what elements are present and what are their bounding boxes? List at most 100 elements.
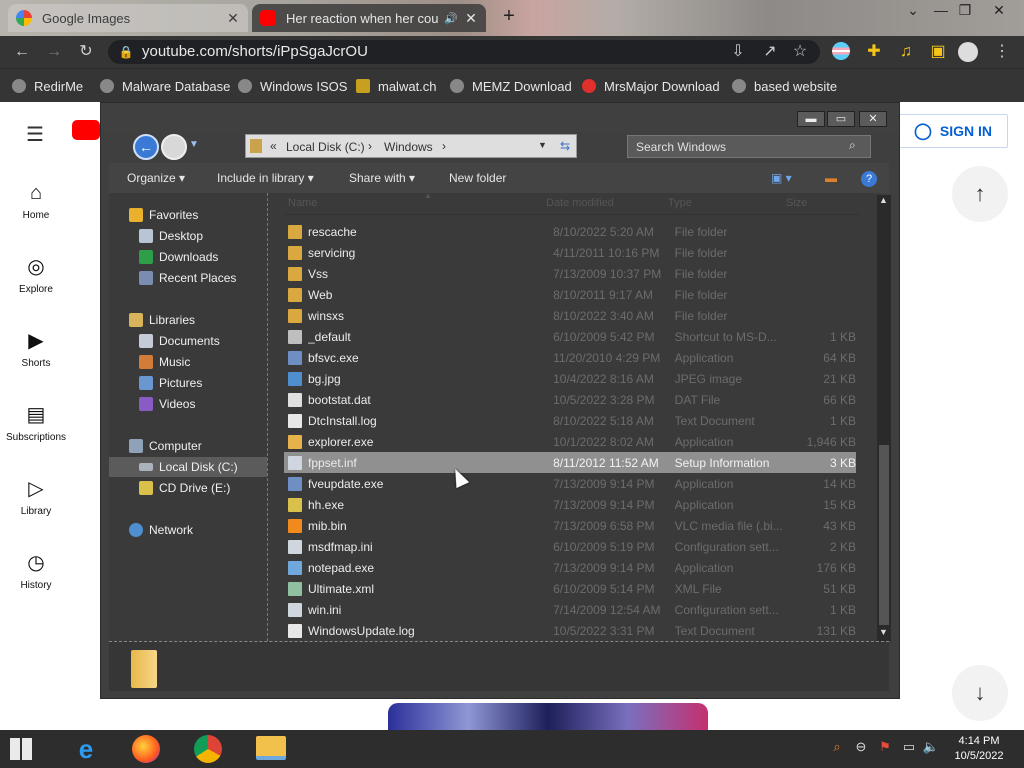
file-row[interactable]: Web 8/10/2011 9:17 AM File folder — [284, 284, 856, 305]
close-button[interactable]: ✕ — [859, 111, 887, 127]
search-icon[interactable]: ⌕ — [849, 138, 856, 153]
file-row[interactable]: bootstat.dat 10/5/2022 3:28 PM DAT File 66 … — [284, 389, 856, 410]
file-row[interactable]: fppset.inf 8/11/2012 11:52 AM Setup Inform… — [284, 452, 856, 473]
vertical-scrollbar[interactable]: ▲ ▼ — [877, 195, 891, 641]
action-center-flag-icon[interactable]: ⚑ — [876, 739, 894, 757]
nav-documents[interactable]: Documents — [139, 331, 220, 351]
nav-computer[interactable]: Computer — [129, 436, 202, 456]
bookmark-memz-download[interactable]: MEMZ Download — [450, 69, 572, 103]
minimize-button[interactable]: ▬ — [797, 111, 825, 127]
start-icon[interactable] — [10, 738, 32, 760]
close-tab-icon[interactable]: ✕ — [226, 10, 240, 27]
bookmark-malware-database[interactable]: Malware Database — [100, 69, 230, 103]
nav-music[interactable]: Music — [139, 352, 190, 372]
preview-pane-icon[interactable]: ▬ — [825, 163, 837, 193]
nav-subscriptions[interactable]: ▤ Subscriptions — [0, 404, 72, 443]
sidepanel-icon[interactable]: ▣ — [928, 42, 948, 62]
column-type[interactable]: Type — [668, 197, 692, 209]
media-icon[interactable]: ♫ — [896, 42, 916, 62]
previous-short-button[interactable]: ↑ — [952, 166, 1008, 222]
url-text[interactable]: youtube.com/shorts/iPpSgaJcrOU — [142, 36, 368, 68]
scroll-thumb[interactable] — [879, 445, 889, 625]
minus-circle-icon[interactable]: ⊖ — [852, 739, 870, 757]
explorer-titlebar[interactable]: ▬ ▭ ✕ — [101, 103, 899, 133]
history-dropdown-icon[interactable]: ▼ — [189, 139, 199, 150]
column-size[interactable]: Size — [786, 197, 807, 209]
scroll-down-icon[interactable]: ▼ — [879, 627, 888, 637]
menu-icon[interactable]: ⋮ — [992, 42, 1012, 62]
youtube-logo[interactable] — [72, 120, 100, 140]
file-row[interactable]: explorer.exe 10/1/2022 8:02 AM Application… — [284, 431, 856, 452]
breadcrumb-separator-icon[interactable]: › — [368, 139, 372, 153]
nav-favorites[interactable]: Favorites — [129, 205, 198, 225]
file-row[interactable]: fveupdate.exe 7/13/2009 9:14 PM Applicatio… — [284, 473, 856, 494]
firefox-icon[interactable] — [132, 735, 160, 763]
file-row[interactable]: mib.bin 7/13/2009 6:58 PM VLC media file (… — [284, 515, 856, 536]
new-folder-button[interactable]: New folder — [449, 163, 506, 193]
refresh-button[interactable]: ⇆ — [553, 135, 577, 157]
nav-videos[interactable]: Videos — [139, 394, 195, 414]
help-icon[interactable]: ? — [861, 163, 877, 193]
bookmark-windows-isos[interactable]: Windows ISOS — [238, 69, 347, 103]
bookmark-based-website[interactable]: based website — [732, 69, 837, 103]
minimize-button[interactable]: — — [930, 2, 952, 20]
next-short-button[interactable]: ↓ — [952, 665, 1008, 721]
file-row[interactable]: msdfmap.ini 6/10/2009 5:19 PM Configuratio… — [284, 536, 856, 557]
breadcrumb-separator-icon[interactable]: › — [442, 139, 446, 153]
sign-in-button[interactable]: ◯ SIGN IN — [898, 114, 1008, 148]
taskbar-clock[interactable]: 4:14 PM 10/5/2022 — [944, 734, 1014, 764]
nav-recent-places[interactable]: Recent Places — [139, 268, 236, 288]
tab-youtube-video[interactable]: Her reaction when her cousi 🔊 ✕ — [252, 4, 486, 32]
file-row[interactable]: WindowsUpdate.log 10/5/2022 3:31 PM Text D… — [284, 620, 856, 641]
profile-flag-icon[interactable] — [832, 42, 852, 62]
speaker-icon[interactable]: 🔊 — [444, 12, 458, 25]
share-with-menu[interactable]: Share with ▾ — [349, 163, 415, 193]
breadcrumb-windows[interactable]: Windows — [384, 140, 433, 154]
nav-pictures[interactable]: Pictures — [139, 373, 202, 393]
nav-local-disk[interactable]: Local Disk (C:) — [109, 457, 267, 477]
breadcrumb-overflow-icon[interactable]: « — [270, 139, 277, 153]
file-row[interactable]: win.ini 7/14/2009 12:54 AM Configuration s… — [284, 599, 856, 620]
file-row[interactable]: notepad.exe 7/13/2009 9:14 PM Application 1… — [284, 557, 856, 578]
nav-cd-drive[interactable]: CD Drive (E:) — [139, 478, 230, 498]
star-icon[interactable]: ☆ — [790, 42, 810, 62]
file-row[interactable]: bg.jpg 10/4/2022 8:16 AM JPEG image 21 KB — [284, 368, 856, 389]
bookmark-mrsmajor-download[interactable]: MrsMajor Download — [582, 69, 720, 103]
short-video-thumbnail[interactable] — [388, 703, 708, 730]
file-row[interactable]: winsxs 8/10/2022 3:40 AM File folder — [284, 305, 856, 326]
extensions-icon[interactable]: ✚ — [864, 42, 884, 62]
account-icon[interactable] — [958, 42, 978, 62]
file-row[interactable]: _default 6/10/2009 5:42 PM Shortcut to MS-… — [284, 326, 856, 347]
search-input[interactable]: Search Windows — [627, 135, 871, 158]
share-icon[interactable]: ↗ — [760, 42, 780, 62]
back-button[interactable]: ← — [133, 134, 159, 160]
address-bar[interactable]: « Local Disk (C:) › Windows › ▼ — [245, 134, 577, 158]
network-icon[interactable]: ▭ — [900, 739, 918, 757]
volume-icon[interactable]: 🔈 — [922, 739, 940, 757]
breadcrumb-local-disk[interactable]: Local Disk (C:) — [286, 140, 365, 154]
tab-google-images[interactable]: Google Images ✕ — [8, 4, 248, 32]
restore-button[interactable]: ❐ — [954, 2, 976, 20]
chevron-down-icon[interactable]: ⌄ — [902, 2, 924, 20]
reload-icon[interactable]: ↻ — [76, 42, 96, 62]
close-tab-icon[interactable]: ✕ — [464, 10, 478, 27]
hamburger-menu-icon[interactable]: ☰ — [26, 122, 44, 147]
column-date-modified[interactable]: Date modified — [546, 197, 614, 209]
maximize-button[interactable]: ▭ — [827, 111, 855, 127]
file-row[interactable]: rescache 8/10/2022 5:20 AM File folder — [284, 221, 856, 242]
nav-home[interactable]: ⌂ Home — [0, 182, 72, 221]
file-row[interactable]: DtcInstall.log 8/10/2022 5:18 AM Text Docu… — [284, 410, 856, 431]
bookmark-malwatch[interactable]: malwat.ch — [356, 69, 437, 103]
new-tab-button[interactable]: + — [498, 6, 520, 28]
file-row[interactable]: hh.exe 7/13/2009 9:14 PM Application 15 KB — [284, 494, 856, 515]
nav-libraries[interactable]: Libraries — [129, 310, 195, 330]
install-icon[interactable]: ⇩ — [728, 42, 748, 62]
nav-history[interactable]: ◷ History — [0, 552, 72, 591]
include-in-library-menu[interactable]: Include in library ▾ — [217, 163, 314, 193]
file-row[interactable]: Ultimate.xml 6/10/2009 5:14 PM XML File 51 … — [284, 578, 856, 599]
back-icon[interactable]: ← — [12, 42, 32, 62]
chrome-icon[interactable] — [194, 735, 222, 763]
bookmark-redirme[interactable]: RedirMe — [12, 69, 83, 103]
address-dropdown-icon[interactable]: ▼ — [538, 140, 547, 150]
nav-shorts[interactable]: ▶ Shorts — [0, 330, 72, 369]
